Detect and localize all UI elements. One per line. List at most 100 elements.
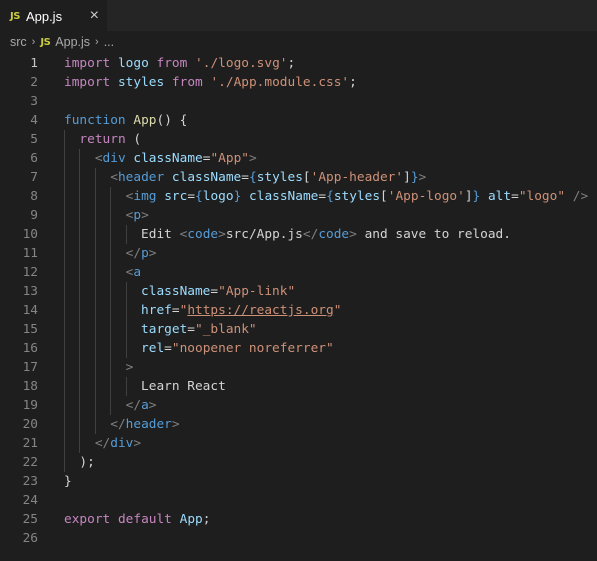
- indent-guide: [125, 377, 127, 396]
- line-number: 26: [22, 531, 38, 546]
- code-line[interactable]: 5 return (: [0, 130, 597, 149]
- code-line[interactable]: 2 import styles from './App.module.css';: [0, 73, 597, 92]
- code-line[interactable]: 7 <header className={styles['App-header'…: [0, 168, 597, 187]
- code-line[interactable]: 17 >: [0, 358, 597, 377]
- indent-guide: [94, 339, 96, 358]
- close-icon[interactable]: ×: [90, 8, 99, 24]
- code-line[interactable]: 16 rel="noopener noreferrer": [0, 339, 597, 358]
- code-token: return: [79, 132, 126, 147]
- code-token: >: [148, 398, 157, 413]
- code-line[interactable]: 4 function App() {: [0, 111, 597, 130]
- code-token: [: [380, 189, 388, 204]
- indent-guide: [64, 415, 65, 434]
- code-text: href="https://reactjs.org": [38, 301, 341, 320]
- code-line[interactable]: 3: [0, 92, 597, 111]
- code-line[interactable]: 15 target="_blank": [0, 320, 597, 339]
- code-text: className="App-link": [38, 282, 295, 301]
- indent-guide: [94, 301, 96, 320]
- indent-guide: [125, 320, 127, 339]
- breadcrumb-symbol[interactable]: ...: [104, 35, 114, 49]
- indent-guide: [79, 301, 81, 320]
- line-number: 11: [22, 246, 38, 261]
- code-token: 'App-logo': [387, 189, 465, 204]
- code-token: =: [318, 189, 327, 204]
- code-line[interactable]: 6 <div className="App">: [0, 149, 597, 168]
- code-token: App: [133, 113, 157, 128]
- code-token: "App": [210, 151, 249, 166]
- line-number: 17: [22, 360, 38, 375]
- code-token: </: [125, 246, 142, 261]
- javascript-file-icon: JS: [40, 36, 51, 48]
- code-token: Learn React: [141, 379, 226, 394]
- line-number: 8: [30, 189, 38, 204]
- code-text: import styles from './App.module.css';: [38, 73, 357, 92]
- code-token: >: [141, 208, 149, 223]
- indent-guide: [64, 187, 65, 206]
- code-token[interactable]: https://reactjs.org: [187, 303, 333, 318]
- breadcrumb-file[interactable]: App.js: [55, 35, 90, 49]
- code-line[interactable]: 23}: [0, 472, 597, 491]
- code-text: <a: [38, 263, 141, 282]
- javascript-file-icon: JS: [10, 10, 20, 22]
- code-token: import: [64, 56, 111, 71]
- indent-guide: [64, 263, 65, 282]
- code-line[interactable]: 24: [0, 491, 597, 510]
- indent-guide: [79, 244, 81, 263]
- code-line[interactable]: 18 Learn React: [0, 377, 597, 396]
- indent-guide: [125, 282, 127, 301]
- indent-guide: [110, 339, 112, 358]
- code-token: src: [164, 189, 188, 204]
- code-token: }: [64, 474, 72, 489]
- indent-guide: [94, 377, 96, 396]
- code-token: href: [141, 303, 172, 318]
- breadcrumb-folder[interactable]: src: [10, 35, 27, 49]
- indent-guide: [64, 206, 65, 225]
- indent-guide: [94, 320, 96, 339]
- code-line[interactable]: 25 export default App;: [0, 510, 597, 529]
- code-token: a: [141, 398, 149, 413]
- code-line[interactable]: 22 );: [0, 453, 597, 472]
- indent-guide: [64, 149, 65, 168]
- code-token: src/App.js: [225, 227, 303, 242]
- code-text: }: [38, 472, 72, 491]
- code-line[interactable]: 1 import logo from './logo.svg';: [0, 54, 597, 73]
- code-line[interactable]: 10 Edit <code>src/App.js</code> and save…: [0, 225, 597, 244]
- code-line[interactable]: 14 href="https://reactjs.org": [0, 301, 597, 320]
- code-line[interactable]: 26: [0, 529, 597, 548]
- indent-guide: [64, 396, 65, 415]
- code-token: =: [511, 189, 519, 204]
- indent-guide: [64, 358, 65, 377]
- code-token: >: [349, 227, 357, 242]
- code-line[interactable]: 11 </p>: [0, 244, 597, 263]
- code-line[interactable]: 9 <p>: [0, 206, 597, 225]
- indent-guide: [79, 434, 81, 453]
- code-line[interactable]: 8 <img src={logo} className={styles['App…: [0, 187, 597, 206]
- code-line[interactable]: 12 <a: [0, 263, 597, 282]
- code-token: rel: [141, 341, 165, 356]
- code-token: =: [241, 170, 249, 185]
- code-text: <p>: [38, 206, 149, 225]
- code-token: ;: [349, 75, 357, 90]
- code-token: 'App-header': [310, 170, 404, 185]
- code-line[interactable]: 20 </header>: [0, 415, 597, 434]
- tab-app-js[interactable]: JS App.js ×: [0, 0, 107, 31]
- code-token: and save to reload.: [356, 227, 511, 242]
- code-line[interactable]: 21 </div>: [0, 434, 597, 453]
- code-editor[interactable]: 1 import logo from './logo.svg'; 2 import s…: [0, 53, 597, 548]
- code-token: [: [302, 170, 311, 185]
- code-line[interactable]: 19 </a>: [0, 396, 597, 415]
- code-text: function App() {: [38, 111, 187, 130]
- code-line[interactable]: 13 className="App-link": [0, 282, 597, 301]
- code-token: Edit: [141, 227, 180, 242]
- indent-guide: [110, 244, 112, 263]
